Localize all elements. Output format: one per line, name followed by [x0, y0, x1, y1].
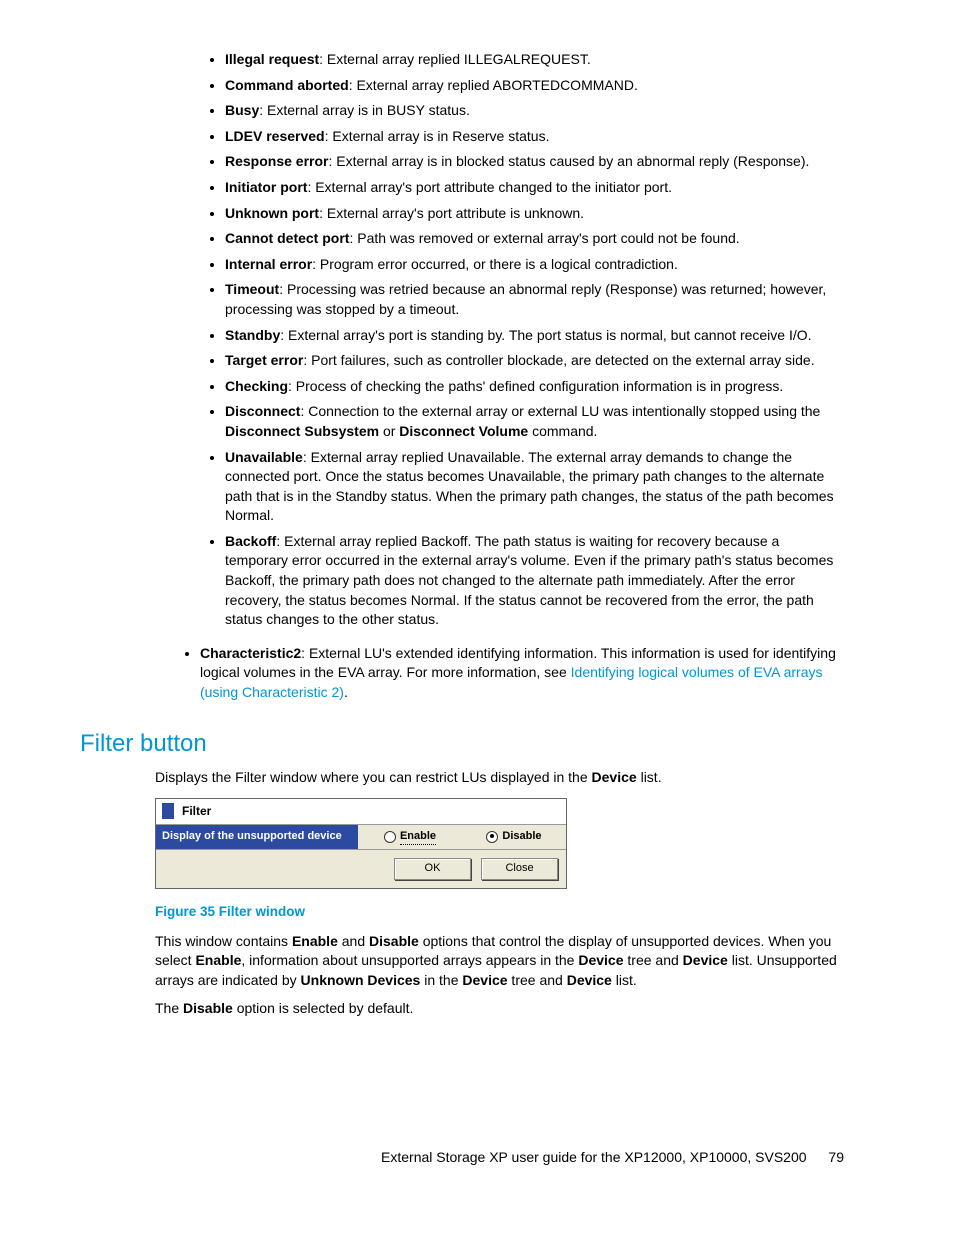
text: : External array replied ILLEGALREQUEST. — [319, 51, 591, 67]
list-item: LDEV reserved: External array is in Rese… — [225, 127, 844, 147]
radio-icon — [384, 831, 396, 843]
disable-radio[interactable]: Disable — [462, 825, 566, 848]
text: or — [379, 423, 399, 439]
list-item: Unavailable: External array replied Unav… — [225, 448, 844, 526]
page-number: 79 — [828, 1149, 844, 1165]
text: : Processing was retried because an abno… — [225, 281, 826, 317]
text: : External array is in blocked status ca… — [328, 153, 809, 169]
term: Characteristic2 — [200, 645, 301, 661]
term: Command aborted — [225, 77, 349, 93]
list-item: Cannot detect port: Path was removed or … — [225, 229, 844, 249]
term: Standby — [225, 327, 280, 343]
term: Unknown port — [225, 205, 319, 221]
term: Initiator port — [225, 179, 307, 195]
text: : External array is in Reserve status. — [325, 128, 550, 144]
text: : External array is in BUSY status. — [259, 102, 470, 118]
list-item: Disconnect: Connection to the external a… — [225, 402, 844, 441]
term: Backoff — [225, 533, 276, 549]
filter-window-title: Filter — [156, 799, 566, 824]
default-paragraph: The Disable option is selected by defaul… — [155, 999, 844, 1019]
text: . — [344, 684, 348, 700]
status-list: Illegal request: External array replied … — [80, 50, 844, 630]
term: Timeout — [225, 281, 279, 297]
text: : Connection to the external array or ex… — [300, 403, 820, 419]
page-footer: External Storage XP user guide for the X… — [80, 1148, 874, 1168]
term: Illegal request — [225, 51, 319, 67]
text: : Process of checking the paths' defined… — [288, 378, 783, 394]
description-paragraph: This window contains Enable and Disable … — [155, 932, 844, 991]
figure-caption: Figure 35 Filter window — [155, 903, 844, 922]
footer-text: External Storage XP user guide for the X… — [381, 1149, 806, 1165]
list-item: Timeout: Processing was retried because … — [225, 280, 844, 319]
term: Disconnect — [225, 403, 300, 419]
text: : External array replied Backoff. The pa… — [225, 533, 833, 627]
text: : External array's port is standing by. … — [280, 327, 811, 343]
term: Response error — [225, 153, 328, 169]
radio-icon — [486, 831, 498, 843]
text: command. — [528, 423, 597, 439]
ok-button[interactable]: OK — [394, 858, 471, 880]
term: Target error — [225, 352, 303, 368]
outer-list: Characteristic2: External LU's extended … — [80, 644, 844, 703]
list-item: Command aborted: External array replied … — [225, 76, 844, 96]
list-item: Busy: External array is in BUSY status. — [225, 101, 844, 121]
term: Disconnect Subsystem — [225, 423, 379, 439]
text: : Path was removed or external array's p… — [349, 230, 739, 246]
list-item: Response error: External array is in blo… — [225, 152, 844, 172]
list-item: Backoff: External array replied Backoff.… — [225, 532, 844, 630]
term: LDEV reserved — [225, 128, 325, 144]
filter-row: Display of the unsupported device Enable… — [156, 824, 566, 849]
term: Checking — [225, 378, 288, 394]
filter-row-label: Display of the unsupported device — [156, 825, 358, 849]
intro-paragraph: Displays the Filter window where you can… — [155, 768, 844, 788]
section-heading-filter-button: Filter button — [80, 727, 874, 761]
text: : External array replied ABORTEDCOMMAND. — [349, 77, 638, 93]
term: Disconnect Volume — [399, 423, 528, 439]
text: : Program error occurred, or there is a … — [312, 256, 678, 272]
term: Cannot detect port — [225, 230, 349, 246]
list-item: Standby: External array's port is standi… — [225, 326, 844, 346]
list-item: Internal error: Program error occurred, … — [225, 255, 844, 275]
filter-buttons: OK Close — [156, 849, 566, 888]
list-item: Illegal request: External array replied … — [225, 50, 844, 70]
filter-window: Filter Display of the unsupported device… — [155, 798, 567, 889]
text: : External array's port attribute is unk… — [319, 205, 584, 221]
filter-options: Enable Disable — [358, 825, 566, 849]
list-item: Unknown port: External array's port attr… — [225, 204, 844, 224]
close-button[interactable]: Close — [481, 858, 558, 880]
term: Busy — [225, 102, 259, 118]
list-item: Characteristic2: External LU's extended … — [200, 644, 844, 703]
title-decoration-icon — [162, 803, 174, 819]
text: : Port failures, such as controller bloc… — [303, 352, 814, 368]
list-item: Checking: Process of checking the paths'… — [225, 377, 844, 397]
text: : External array's port attribute change… — [307, 179, 672, 195]
term: Internal error — [225, 256, 312, 272]
term: Unavailable — [225, 449, 303, 465]
list-item: Initiator port: External array's port at… — [225, 178, 844, 198]
list-item: Target error: Port failures, such as con… — [225, 351, 844, 371]
enable-radio[interactable]: Enable — [358, 825, 462, 849]
text: : External array replied Unavailable. Th… — [225, 449, 834, 524]
